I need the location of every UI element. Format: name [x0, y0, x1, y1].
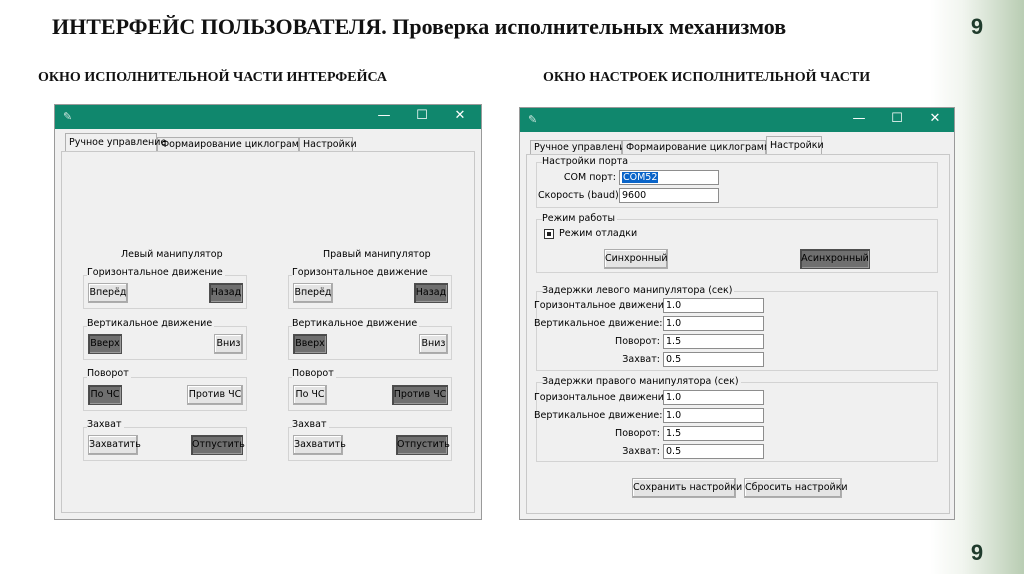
tab-manual-control[interactable]: Ручное управление — [65, 133, 166, 151]
slide-title: ИНТЕРФЕЙС ПОЛЬЗОВАТЕЛЯ. Проверка исполни… — [52, 14, 787, 39]
baud-rate-label: Скорость (baud): — [538, 190, 622, 201]
baud-rate-input[interactable]: 9600 — [619, 188, 719, 203]
close-button[interactable]: ✕ — [445, 108, 475, 124]
left-delay-horizontal-input[interactable]: 1.0 — [663, 298, 764, 313]
left-delay-grip-input[interactable]: 0.5 — [663, 352, 764, 367]
left-down-button[interactable]: Вниз — [214, 334, 243, 354]
slide-number-top: 9 — [970, 14, 984, 39]
tab-settings[interactable]: Настройки — [299, 137, 357, 151]
right-release-button[interactable]: Отпустить — [396, 435, 450, 455]
right-back-button[interactable]: Назад — [414, 283, 448, 303]
com-port-label: COM порт: — [563, 172, 616, 183]
tab-cyclogram[interactable]: Формаирование циклограммы — [157, 137, 314, 151]
com-port-value: COM52 — [622, 172, 659, 183]
minimize-button[interactable]: — — [369, 108, 399, 124]
left-horizontal-label: Горизонтальное движение — [87, 267, 225, 278]
right-delays-label: Задержки правого манипулятора (сек) — [542, 376, 741, 387]
save-settings-button[interactable]: Сохранить настройки — [632, 478, 742, 498]
right-delay-rotation-label: Поворот: — [615, 428, 660, 439]
right-delay-horizontal-input[interactable]: 1.0 — [663, 390, 764, 405]
right-delay-vertical-input[interactable]: 1.0 — [663, 408, 764, 423]
port-settings-label: Настройки порта — [542, 156, 631, 167]
close-button[interactable]: ✕ — [920, 111, 950, 127]
right-window-caption: ОКНО НАСТРОЕК ИСПОЛНИТЕЛЬНОЙ ЧАСТИ — [543, 70, 871, 85]
right-forward-button[interactable]: Вперёд — [293, 283, 333, 303]
right-counterclockwise-button[interactable]: Против ЧС — [392, 385, 448, 405]
right-delay-horizontal-label: Горизонтальное движение: — [534, 392, 673, 403]
port-settings-group — [536, 162, 938, 208]
tab-settings[interactable]: Настройки — [766, 136, 824, 154]
right-rotation-label: Поворот — [292, 368, 336, 379]
com-port-input[interactable]: COM52 — [619, 170, 719, 185]
right-vertical-label: Вертикальное движение — [292, 318, 420, 329]
left-delay-vertical-label: Вертикальное движение: — [534, 318, 663, 329]
right-clockwise-button[interactable]: По ЧС — [293, 385, 327, 405]
left-grip-label: Захват — [87, 419, 124, 430]
right-delay-rotation-input[interactable]: 1.5 — [663, 426, 764, 441]
reset-settings-button[interactable]: Сбросить настройки — [744, 478, 848, 498]
left-up-button[interactable]: Вверх — [88, 334, 122, 354]
right-up-button[interactable]: Вверх — [293, 334, 327, 354]
right-manipulator-title: Правый манипулятор — [323, 249, 431, 260]
left-rotation-label: Поворот — [87, 368, 131, 379]
window-titlebar: ✎ — ☐ ✕ — [55, 105, 481, 129]
left-delay-grip-label: Захват: — [622, 354, 660, 365]
maximize-button[interactable]: ☐ — [407, 108, 437, 124]
left-delay-rotation-label: Поворот: — [615, 336, 660, 347]
left-vertical-label: Вертикальное движение — [87, 318, 215, 329]
right-horizontal-label: Горизонтальное движение — [292, 267, 430, 278]
async-mode-button[interactable]: Асинхронный — [800, 249, 870, 269]
left-window-caption: ОКНО ИСПОЛНИТЕЛЬНОЙ ЧАСТИ ИНТЕРФЕЙСА — [38, 70, 388, 85]
right-grip-label: Захват — [292, 419, 329, 430]
left-back-button[interactable]: Назад — [209, 283, 243, 303]
left-release-button[interactable]: Отпустить — [191, 435, 245, 455]
left-delay-rotation-input[interactable]: 1.5 — [663, 334, 764, 349]
feather-icon: ✎ — [528, 113, 538, 126]
left-delays-label: Задержки левого манипулятора (сек) — [542, 285, 735, 296]
sync-mode-button[interactable]: Синхронный — [604, 249, 668, 269]
left-counterclockwise-button[interactable]: Против ЧС — [187, 385, 243, 405]
left-clockwise-button[interactable]: По ЧС — [88, 385, 122, 405]
right-delay-grip-input[interactable]: 0.5 — [663, 444, 764, 459]
right-down-button[interactable]: Вниз — [419, 334, 448, 354]
right-delay-grip-label: Захват: — [622, 446, 660, 457]
left-forward-button[interactable]: Вперёд — [88, 283, 128, 303]
left-grab-button[interactable]: Захватить — [88, 435, 141, 455]
feather-icon: ✎ — [63, 110, 73, 123]
left-delay-horizontal-label: Горизонтальное движение: — [534, 300, 673, 311]
settings-window: ✎ — ☐ ✕ Ручное управление Формаирование … — [519, 107, 955, 520]
mode-label: Режим работы — [542, 213, 618, 224]
right-delay-vertical-label: Вертикальное движение: — [534, 410, 663, 421]
manual-control-window: ✎ — ☐ ✕ Ручное управление Формаирование … — [54, 104, 482, 520]
tab-cyclogram[interactable]: Формаирование циклограммы — [622, 140, 779, 154]
window-titlebar: ✎ — ☐ ✕ — [520, 108, 954, 132]
debug-mode-label: Режим отладки — [559, 228, 638, 239]
left-manipulator-title: Левый манипулятор — [121, 249, 223, 260]
right-grab-button[interactable]: Захватить — [293, 435, 346, 455]
tab-manual-control[interactable]: Ручное управление — [530, 140, 631, 154]
slide-number-bottom: 9 — [970, 540, 984, 565]
minimize-button[interactable]: — — [844, 111, 874, 127]
debug-mode-checkbox[interactable] — [544, 229, 554, 239]
maximize-button[interactable]: ☐ — [882, 111, 912, 127]
left-delay-vertical-input[interactable]: 1.0 — [663, 316, 764, 331]
